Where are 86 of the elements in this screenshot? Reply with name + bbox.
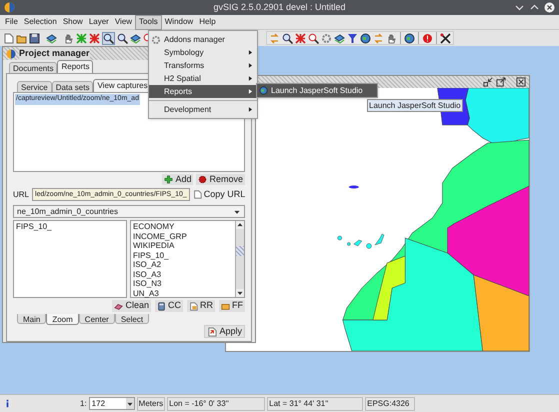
zoom-in-icon — [103, 32, 114, 44]
hand-icon[interactable] — [63, 32, 74, 44]
scroll-up-icon[interactable] — [236, 221, 244, 229]
field-item[interactable]: ISO_A2 — [133, 260, 233, 270]
menu-item[interactable]: Symbology — [149, 46, 257, 59]
crs-label: EPSG:4326 — [365, 396, 416, 410]
window-title: Project manager — [19, 46, 90, 60]
window-title: gvSIG 2.5.0.2901 devel : Untitled — [213, 0, 346, 14]
tab[interactable]: Select — [114, 314, 150, 324]
layer-dropdown[interactable]: ne_10m_admin_0_countries — [13, 205, 245, 218]
magnifier-icon[interactable] — [282, 32, 293, 44]
field-button[interactable]: Clean — [112, 300, 151, 312]
field-button[interactable]: CC — [155, 300, 183, 312]
field-item[interactable]: ISO_N3 — [133, 279, 233, 288]
tab[interactable]: Reports — [57, 60, 94, 73]
page-icon — [207, 326, 218, 336]
apply-button[interactable]: Apply — [204, 325, 245, 338]
page-icon — [189, 302, 198, 310]
latitude-label: Lat = 31° 44' 31'' — [267, 396, 364, 410]
menu-item[interactable]: Transforms — [149, 59, 257, 72]
zoom-in-icon-button[interactable] — [102, 32, 115, 44]
menu-item[interactable]: Addons manager — [149, 33, 257, 46]
tab[interactable]: Center — [78, 314, 115, 324]
menu-item[interactable]: Show — [60, 14, 86, 30]
app-logo-icon — [4, 2, 15, 13]
tab[interactable]: Data sets — [52, 81, 94, 92]
field-item[interactable]: UN_A3 — [133, 288, 233, 298]
close-icon[interactable] — [516, 77, 526, 87]
units-label: Meters — [136, 396, 166, 410]
copy-url-button[interactable]: Copy URL — [192, 188, 246, 202]
menu-item[interactable]: Layer — [86, 14, 112, 30]
funnel-icon[interactable] — [347, 32, 358, 44]
layers-icon[interactable] — [46, 32, 57, 44]
longitude-label: Lon = -16° 0' 33'' — [167, 396, 266, 410]
field-item[interactable]: ECONOMY — [133, 222, 233, 232]
scrollbar[interactable] — [235, 221, 244, 297]
eraser-icon — [114, 302, 124, 310]
scroll-down-icon[interactable] — [236, 289, 244, 297]
layers-icon[interactable] — [334, 32, 345, 44]
field-item[interactable]: ISO_A3 — [133, 270, 233, 279]
list-button[interactable]: Remove — [196, 174, 245, 185]
alert-icon[interactable] — [422, 32, 433, 44]
tab[interactable]: Zoom — [46, 314, 79, 325]
calculator-icon — [157, 302, 166, 310]
menu-item[interactable]: Selection — [20, 14, 60, 30]
scale-prefix: 1: — [80, 398, 87, 410]
minimize-icon[interactable] — [483, 77, 493, 87]
globe-icon[interactable] — [360, 32, 371, 44]
menu-item[interactable]: Tools — [135, 14, 162, 30]
globe-icon[interactable] — [404, 32, 415, 44]
page-icon — [192, 190, 202, 199]
scroll-thumb[interactable] — [236, 246, 244, 256]
menu-item[interactable]: File — [2, 14, 21, 30]
layers-icon[interactable] — [130, 32, 141, 44]
tooltip: Launch JasperSoft Studio — [367, 99, 463, 112]
scale-dropdown[interactable]: 172 — [88, 397, 135, 410]
url-label: URL — [13, 188, 30, 200]
globe-icon — [259, 86, 268, 95]
menu-item[interactable]: View — [112, 14, 136, 30]
maximize-icon[interactable] — [496, 77, 506, 87]
field-item[interactable]: WIKIPEDIA — [133, 241, 233, 250]
tab[interactable]: Main — [17, 314, 46, 324]
menu-item[interactable]: Reports — [149, 85, 257, 98]
submenu-arrow-icon — [247, 106, 254, 113]
menu-item[interactable]: Window — [162, 14, 196, 30]
folder-icon[interactable] — [16, 32, 27, 44]
magnifier-icon[interactable] — [308, 32, 319, 44]
tag-icon — [221, 302, 230, 310]
menu-item[interactable]: H2 Spatial — [149, 72, 257, 85]
new-page-icon[interactable] — [3, 32, 14, 44]
field-item[interactable]: INCOME_GRP — [133, 232, 233, 241]
hand-icon[interactable] — [386, 32, 397, 44]
menu-item[interactable]: Help — [196, 14, 219, 30]
app-logo-icon — [6, 48, 16, 58]
field-button[interactable]: RR — [187, 300, 215, 312]
field-item[interactable]: FIPS_10_ — [133, 250, 233, 260]
list-button[interactable]: Add — [162, 174, 194, 185]
field-item[interactable]: FIPS_10_ — [16, 221, 124, 233]
plus-icon — [164, 175, 174, 184]
tab[interactable]: Documents — [9, 62, 58, 73]
menu-item[interactable]: Launch JasperSoft Studio — [257, 84, 377, 97]
close-icon[interactable] — [544, 2, 555, 13]
zoom-out-icon[interactable] — [117, 32, 128, 44]
field-button[interactable]: FF — [219, 300, 245, 312]
tab[interactable]: Service — [17, 81, 52, 92]
menu-item[interactable]: Development — [149, 103, 257, 116]
